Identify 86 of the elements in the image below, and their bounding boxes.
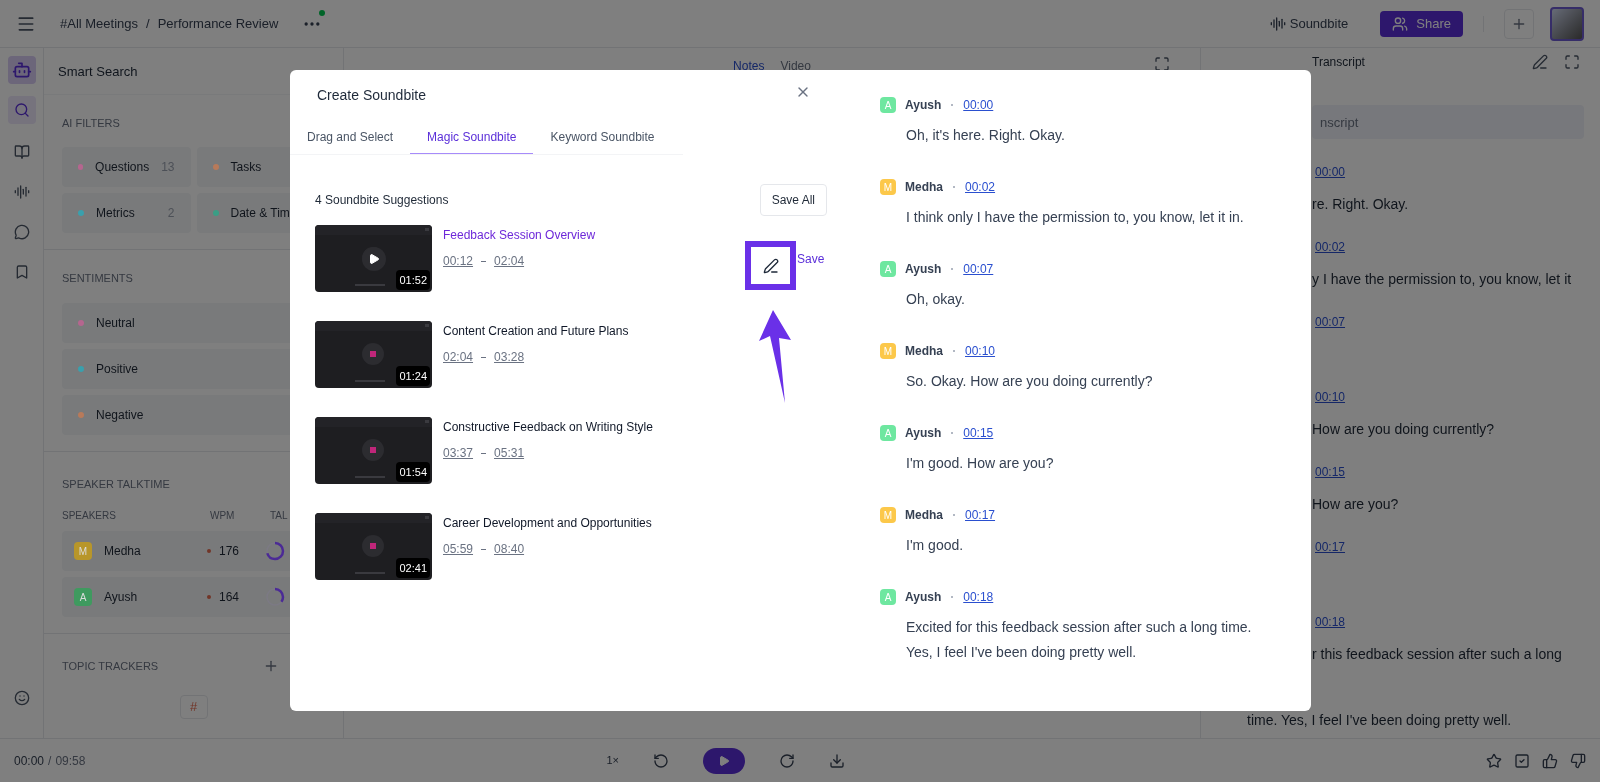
speaker-avatar: M [74,542,92,560]
transcript-text: y I have the permission to, you know, let it [1312,270,1573,289]
duration-badge: 01:24 [396,365,430,386]
speaker-name: Ayush [905,589,942,606]
start-time[interactable]: 00:12 [443,252,474,270]
speaker-avatar: A [880,261,896,277]
speaker-avatar: A [880,425,896,441]
speaker-avatar: A [74,588,92,606]
transcript-text: How are you? [1312,495,1400,514]
dialog-tab[interactable]: Keyword Soundbite [533,120,672,154]
speed-button[interactable]: 1× [606,752,619,769]
end-time[interactable]: 08:40 [494,540,525,558]
wpm-value: 176 [219,543,241,560]
speaker-avatar: M [880,507,896,523]
transcript-text: Oh, it's here. Right. Okay. [906,126,1066,145]
dialog-title: Create Soundbite [317,86,426,105]
start-time[interactable]: 03:37 [443,444,474,462]
dialog-tab[interactable]: Magic Soundbite [410,120,534,154]
timestamp-link[interactable]: 00:15 [1315,465,1346,479]
panel-title: Transcript [1312,54,1366,71]
speaker-name: Ayush [905,97,942,114]
section-heading: TOPIC TRACKERS [62,659,160,674]
speaker-avatar: M [880,343,896,359]
suggestion-title[interactable]: Career Development and Opportunities [443,514,652,532]
end-time[interactable]: 05:31 [494,444,525,462]
timestamp-link[interactable]: 00:18 [963,588,994,606]
transcript-text: Excited for this feedback session after such a long time. Yes, I feel I've been doing pretty well. [906,618,1253,662]
breadcrumb-separator: / [146,14,150,33]
duration-badge: 01:54 [396,461,430,482]
timestamp-link[interactable]: 00:00 [963,96,994,114]
transcript-text: Oh, okay. [906,290,966,309]
speaker-avatar: A [880,97,896,113]
total-time: 09:58 [55,752,86,770]
transcript-text: I'm good. How are you? [906,454,1055,473]
breadcrumb-link[interactable]: #All Meetings [60,13,139,34]
section-heading: SENTIMENTS [62,271,134,286]
section-heading: AI FILTERS [62,115,121,131]
timestamp-link[interactable]: 00:17 [965,506,996,524]
timestamp-link[interactable]: 00:18 [1315,615,1346,629]
speaker-name: Medha [905,343,943,360]
suggestion-title[interactable]: Content Creation and Future Plans [443,322,629,340]
duration-badge: 01:52 [396,269,430,290]
speaker-name: Medha [905,507,943,524]
save-all-button[interactable]: Save All [759,184,827,216]
current-time: 00:00 [14,752,45,770]
speaker-name: Medha [104,543,142,560]
transcript-text: How are you doing currently? [1312,420,1496,439]
speaker-name: Ayush [905,425,942,442]
timestamp-link[interactable]: 00:07 [963,260,994,278]
speaker-avatar: M [880,179,896,195]
timestamp-link[interactable]: 00:10 [965,342,996,360]
timestamp-link[interactable]: 00:02 [1315,240,1346,254]
speaker-avatar: A [880,589,896,605]
suggestion-title[interactable]: Constructive Feedback on Writing Style [443,418,653,436]
transcript-text: re. Right. Okay. [1312,195,1410,214]
column-header: TAL [270,509,288,523]
duration-badge: 02:41 [396,557,430,578]
speaker-name: Medha [905,179,943,196]
transcript-text: I think only I have the permission to, you know, let it in. [906,208,1245,227]
timestamp-link[interactable]: 00:00 [1315,165,1346,179]
time-separator: / [48,752,52,770]
transcript-text: r this feedback session after such a long [1312,645,1563,664]
suggestion-title[interactable]: Feedback Session Overview [443,226,596,244]
timestamp-link[interactable]: 00:10 [1315,390,1346,404]
timestamp-link[interactable]: 00:17 [1315,540,1346,554]
speaker-name: Ayush [905,261,942,278]
speaker-name: Ayush [104,589,139,606]
transcript-text: time. Yes, I feel I've been doing pretty well. [1246,711,1513,730]
soundbite-button[interactable]: Soundbite [1261,13,1357,34]
timestamp-link[interactable]: 00:15 [963,424,994,442]
transcript-text: I'm good. [906,536,965,555]
column-header: SPEAKERS [62,509,117,523]
search-field[interactable]: nscript [1312,105,1584,139]
end-time[interactable]: 02:04 [494,252,525,270]
end-time[interactable]: 03:28 [494,348,525,366]
start-time[interactable]: 05:59 [443,540,474,558]
column-header: WPM [210,509,236,523]
transcript-text: So. Okay. How are you doing currently? [906,372,1154,391]
timestamp-link[interactable]: 00:02 [965,178,996,196]
breadcrumb-link[interactable]: Performance Review [157,13,279,34]
start-time[interactable]: 02:04 [443,348,474,366]
share-button[interactable]: Share [1380,10,1463,37]
wpm-value: 164 [219,589,241,606]
save-link[interactable]: Save [797,250,825,268]
section-heading: SPEAKER TALKTIME [62,476,171,492]
timestamp-link[interactable]: 00:07 [1315,315,1346,329]
